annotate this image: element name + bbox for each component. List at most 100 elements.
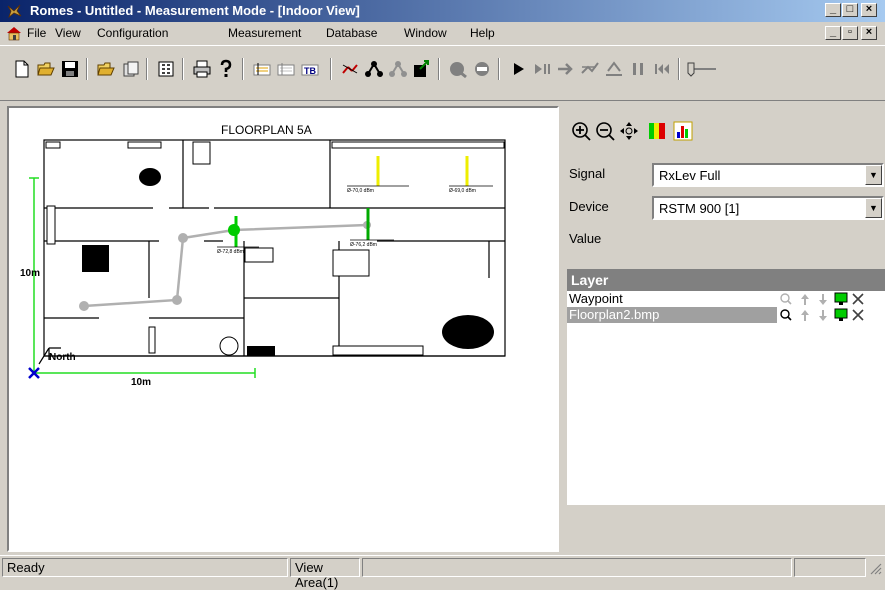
layer-row-floorplan[interactable]: Floorplan2.bmp [567,307,885,323]
measurement-label: Ø-70,0 dBm [347,188,374,194]
menu-configuration[interactable]: Configuration [97,26,168,40]
menu-help[interactable]: Help [470,26,495,40]
toolbar-separator [438,58,440,80]
window-title: Romes - Untitled - Measurement Mode - [I… [30,3,360,18]
text-view-c-icon[interactable]: TB [300,59,320,79]
toolbar-separator [678,58,680,80]
floorplan-fixtures [45,141,505,356]
route-icon[interactable] [364,59,384,79]
status-panel [362,558,792,577]
chevron-down-icon[interactable]: ▼ [865,198,882,218]
route-step-icon[interactable] [580,59,600,79]
toolbar: TB [0,45,885,101]
side-panel: Signal RxLev Full ▼ Device RSTM 900 [1] … [562,106,885,552]
arrow-down-icon[interactable] [819,294,827,305]
text-view-b-icon[interactable] [276,59,296,79]
menu-bar: File View Configuration Measurement Data… [0,22,885,44]
arrow-up-icon[interactable] [801,310,809,321]
menu-file[interactable]: File [27,26,46,40]
maximize-button[interactable]: □ [842,3,858,17]
close-button[interactable]: × [861,3,877,17]
pause-icon[interactable] [532,59,552,79]
status-text: Ready [2,558,288,577]
mdi-minimize-button[interactable]: _ [825,26,841,40]
indoor-view-canvas[interactable]: FLOORPLAN 5A Ø-70,0 dBm Ø-69,0 dBm Ø-72,… [7,106,559,552]
mdi-close-button[interactable]: × [861,26,877,40]
svg-text:TB: TB [304,66,316,76]
visible-monitor-icon[interactable] [834,308,848,321]
help-icon[interactable] [216,59,236,79]
rewind-icon[interactable] [652,59,672,79]
stop-gray-icon[interactable] [448,59,468,79]
floorplan-map[interactable]: FLOORPLAN 5A Ø-70,0 dBm Ø-69,0 dBm Ø-72,… [9,108,557,550]
zoom-in-icon[interactable] [570,120,592,142]
layer-list[interactable]: Layer Waypoint Floorplan2.bmp [567,269,885,505]
remove-icon[interactable] [852,309,864,321]
layer-actions [780,292,864,305]
layer-name: Waypoint [569,291,623,306]
play-icon[interactable] [508,59,528,79]
step-icon[interactable] [556,59,576,79]
toolbar-separator [182,58,184,80]
measurement-label: Ø-76,2 dBm [350,242,377,248]
device-label: Device [569,199,609,214]
record-stop-icon[interactable] [472,59,492,79]
histogram-icon[interactable] [672,120,694,142]
north-label: North [49,352,76,363]
pan-icon[interactable] [618,120,640,142]
toolbar-separator [242,58,244,80]
mdi-restore-button[interactable]: ▫ [842,26,858,40]
remove-icon[interactable] [852,293,864,305]
pause-bars-icon[interactable] [628,59,648,79]
resize-grip-icon[interactable] [868,561,882,575]
layer-actions [777,307,885,323]
menu-database[interactable]: Database [326,26,377,40]
signal-label: Signal [569,166,606,181]
print-icon[interactable] [192,59,212,79]
text-view-a-icon[interactable] [252,59,272,79]
close-workspace-icon[interactable] [120,59,140,79]
layer-row-waypoint[interactable]: Waypoint [567,291,885,307]
visible-monitor-icon[interactable] [834,292,848,305]
menu-view[interactable]: View [55,26,81,40]
arrow-down-icon[interactable] [819,310,827,321]
vertical-dimension-label: 10m [20,268,40,279]
arrow-up-icon[interactable] [801,294,809,305]
chevron-down-icon[interactable]: ▼ [865,165,882,185]
measurement-label: Ø-72,8 dBm [217,249,244,255]
minimize-button[interactable]: _ [825,3,841,17]
home-icon[interactable] [6,25,22,41]
filter-icon[interactable] [604,59,624,79]
value-label: Value [569,231,602,246]
route-gray-icon[interactable] [388,59,408,79]
signal-icon[interactable] [340,59,360,79]
title-bar[interactable]: Romes - Untitled - Measurement Mode - [I… [0,0,885,22]
toolbar-separator [498,58,500,80]
layer-header: Layer [567,269,885,291]
configuration-icon[interactable] [156,59,176,79]
menu-measurement[interactable]: Measurement [228,26,301,40]
view-area-tab[interactable]: View Area(1) [290,558,360,590]
slider-icon[interactable] [686,59,716,79]
device-select-value: RSTM 900 [1] [659,201,740,216]
signal-select-value: RxLev Full [659,168,721,183]
search-icon[interactable] [780,293,792,305]
measurement-label: Ø-69,0 dBm [449,188,476,194]
zoom-out-icon[interactable] [594,120,616,142]
status-bar: Ready View Area(1) [0,555,885,590]
open-workspace-icon[interactable] [96,59,116,79]
romes-logo-icon[interactable] [6,3,22,19]
horizontal-dimension-label: 10m [131,377,151,388]
menu-window[interactable]: Window [404,26,447,40]
color-scale-icon[interactable] [646,120,668,142]
toolbar-separator [330,58,332,80]
search-icon[interactable] [780,309,792,321]
export-icon[interactable] [412,59,432,79]
toolbar-separator [146,58,148,80]
device-select[interactable]: RSTM 900 [1] ▼ [652,196,884,220]
signal-select[interactable]: RxLev Full ▼ [652,163,884,187]
floorplan-title: FLOORPLAN 5A [221,123,312,137]
save-icon[interactable] [60,59,80,79]
open-folder-icon[interactable] [36,59,56,79]
new-icon[interactable] [12,59,32,79]
